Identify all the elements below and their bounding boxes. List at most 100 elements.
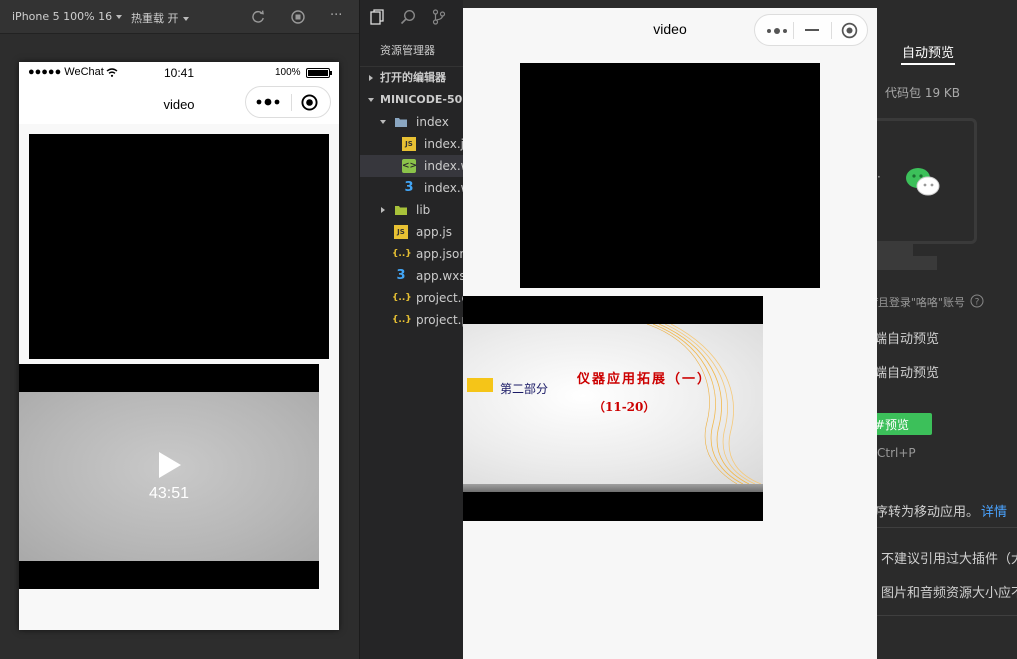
minimize-icon[interactable] (805, 29, 819, 31)
json-file-icon: {..} (392, 249, 412, 259)
status-bar: ●●●●● WeChat 10:41 100% (19, 62, 339, 84)
convert-text: 序转为移动应用。 (877, 505, 980, 520)
js-file-icon: JS (394, 225, 408, 239)
wxml-file-icon: <> (402, 159, 418, 173)
close-capsule-icon[interactable] (841, 22, 858, 39)
divider (877, 615, 1017, 616)
preview-video-1[interactable] (520, 63, 820, 288)
tip-plugin-size: 不建议引用过大插件（大 (881, 552, 1017, 567)
chevron-down-icon (116, 15, 123, 19)
slide-bottom-strip (463, 484, 763, 492)
clock: 10:41 (164, 66, 195, 80)
login-hint: f且登录"咯咯"账号 (877, 296, 965, 309)
tree-item-label: index (416, 115, 449, 129)
tip-media-size: 图片和音频资源大小应不 (881, 586, 1017, 601)
tree-item-label: index.w (424, 159, 463, 173)
tree-item-label: index.js (424, 137, 463, 151)
wechat-logo-icon (906, 168, 940, 196)
slide-range: （11-20） (593, 400, 656, 414)
menu-capsule (245, 86, 331, 118)
folder-open-icon (395, 118, 407, 127)
divider (877, 527, 1017, 528)
capsule-divider (793, 22, 794, 39)
tree-item-app-json[interactable]: {..} app.json (360, 243, 463, 265)
capsule-divider (831, 22, 832, 39)
tree-item-index-js[interactable]: JS index.js (360, 133, 463, 155)
js-file-icon: JS (402, 137, 416, 151)
help-icon[interactable]: ? (970, 294, 984, 308)
preview-video-2[interactable]: 第二部分 仪器应用拓展（一） （11-20） (463, 296, 763, 521)
tree-item-index-wxss[interactable]: 3 index.w (360, 177, 463, 199)
wxss-file-icon: 3 (396, 268, 406, 283)
open-editors-label: 打开的编辑器 (380, 71, 446, 84)
simulator-toolbar: iPhone 5 100% 16 热重载 开 ··· (0, 0, 359, 34)
tree-item-lib-folder[interactable]: lib (360, 199, 463, 221)
navigation-bar: video (19, 84, 339, 124)
battery-label: 100% (275, 67, 301, 78)
qr-placeholder-dots: · (877, 170, 881, 184)
stop-record-icon[interactable] (290, 9, 306, 25)
package-size: 代码包 19 KB (885, 86, 961, 100)
slide-part-label: 第二部分 (500, 382, 549, 396)
video-player-2[interactable]: 43:51 (19, 364, 319, 589)
more-menu[interactable]: ··· (330, 8, 342, 23)
more-dots-icon[interactable] (766, 26, 788, 36)
tree-item-label: app.json (416, 247, 463, 261)
tree-item-label: app.wxss (416, 269, 463, 283)
hotreload-select[interactable]: 热重载 开 (131, 10, 189, 26)
option-auto-preview-2[interactable]: 端自动预览 (877, 362, 939, 381)
tree-item-project-private[interactable]: {..} project.p (360, 309, 463, 331)
device-label: iPhone 5 100% 16 (12, 10, 113, 23)
preview-window: video 第二部分 仪器应用拓展（一） （11-20） (463, 8, 877, 659)
explorer-title: 资源管理器 (380, 44, 435, 57)
decorative-wave (646, 324, 762, 484)
phone-screen: ●●●●● WeChat 10:41 100% video 43:51 (19, 62, 339, 630)
search-icon[interactable] (400, 9, 416, 25)
tree-item-label: project.c (416, 291, 463, 305)
svg-text:?: ? (975, 298, 980, 308)
monitor-base (877, 256, 937, 270)
slide-yellow-marker (467, 378, 493, 392)
file-explorer: 资源管理器 打开的编辑器 MINICODE-506 index JS index… (359, 0, 463, 659)
tree-item-label: lib (416, 203, 431, 217)
video-poster: 43:51 (19, 392, 319, 561)
open-editors-section[interactable]: 打开的编辑器 (360, 66, 463, 88)
tree-item-label: project.p (416, 313, 463, 327)
more-dots-icon[interactable] (256, 97, 280, 107)
play-icon[interactable] (157, 450, 183, 480)
wxss-file-icon: 3 (404, 180, 414, 195)
tree-item-label: app.js (416, 225, 452, 239)
video-player-1[interactable] (29, 134, 329, 359)
json-file-icon: {..} (392, 315, 412, 325)
active-tab-underline (901, 63, 955, 65)
preview-button[interactable]: #预览 (877, 413, 932, 435)
chevron-down-icon (380, 120, 386, 124)
project-section[interactable]: MINICODE-506 (360, 89, 463, 111)
details-link[interactable]: 详情 (981, 501, 1007, 520)
chevron-down-icon (368, 98, 374, 102)
preview-settings-panel: 自动预览 代码包 19 KB · f且登录"咯咯"账号 ? 端自动预览 端自动预… (877, 0, 1017, 659)
source-control-icon[interactable] (432, 9, 446, 25)
slide-title: 仪器应用拓展（一） (577, 372, 713, 387)
files-icon[interactable] (370, 9, 384, 25)
refresh-icon[interactable] (250, 9, 266, 25)
video-duration: 43:51 (148, 485, 190, 502)
tab-auto-preview[interactable]: 自动预览 (902, 42, 954, 61)
tree-item-app-wxss[interactable]: 3 app.wxss (360, 265, 463, 287)
device-select[interactable]: iPhone 5 100% 16 (12, 10, 123, 23)
shortcut-hint: Ctrl+P (877, 446, 916, 460)
tree-item-index-folder[interactable]: index (360, 111, 463, 133)
close-capsule-icon[interactable] (301, 94, 318, 111)
tree-item-label: index.w (424, 181, 463, 195)
chevron-right-icon (381, 207, 385, 213)
json-file-icon: {..} (392, 293, 412, 303)
monitor-stand (877, 244, 913, 256)
hotreload-label: 热重载 开 (131, 12, 179, 25)
wifi-icon (106, 68, 118, 77)
tree-item-app-js[interactable]: JS app.js (360, 221, 463, 243)
chevron-down-icon (182, 17, 189, 21)
project-label: MINICODE-506 (380, 93, 463, 106)
tree-item-index-wxml[interactable]: <> index.w (360, 155, 463, 177)
option-auto-preview-1[interactable]: 端自动预览 (877, 328, 939, 347)
tree-item-project-config[interactable]: {..} project.c (360, 287, 463, 309)
